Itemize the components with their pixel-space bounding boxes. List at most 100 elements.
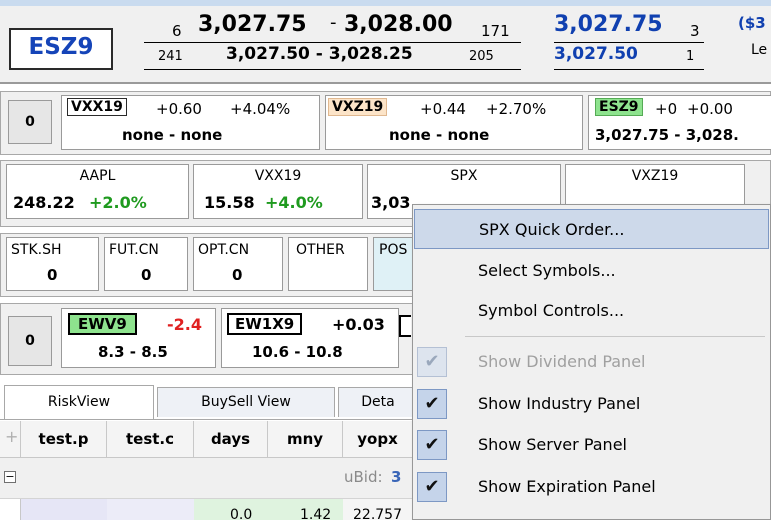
quote-underline <box>144 42 521 43</box>
watch-change: +4.0% <box>265 193 323 212</box>
check-icon: ✔ <box>417 347 447 377</box>
expiration-range: 10.6 - 10.8 <box>252 343 343 361</box>
group-prefix: uBid: <box>344 468 383 486</box>
count-label: STK.SH <box>11 242 62 258</box>
low-size: 241 <box>158 49 183 64</box>
quote-panel: ESZ9 6 3,027.75 - 3,028.00 171 241 3,027… <box>0 6 771 84</box>
count-label: OPT.CN <box>198 242 250 258</box>
grid-cell-test-c <box>107 499 194 520</box>
expiration-item-ewv9[interactable]: EWV9 -2.4 8.3 - 8.5 <box>61 308 216 368</box>
group-value: 3 <box>391 468 402 486</box>
ask-size: 171 <box>481 22 510 40</box>
count-item-other[interactable]: OTHER <box>288 237 368 291</box>
grid-cell-mny-value: 1.42 <box>300 507 332 520</box>
menu-separator <box>465 336 765 337</box>
count-item-fut-cn[interactable]: FUT.CN 0 <box>104 237 188 291</box>
last-size: 3 <box>690 22 700 40</box>
futures-item-vxz19[interactable]: VXZ19 +0.44 +2.70% none - none <box>325 95 583 150</box>
count-item-stk-sh[interactable]: STK.SH 0 <box>6 237 99 291</box>
range-text: 3,027.50 - 3,028.25 <box>226 44 413 64</box>
grid-cell-mny: 1.42 <box>268 499 343 520</box>
futures-range: none - none <box>389 126 490 144</box>
watch-symbol: VXX19 <box>254 168 302 184</box>
futures-zero-button[interactable]: 0 <box>8 100 52 144</box>
count-label: FUT.CN <box>109 242 159 258</box>
futures-pct: +0.00 <box>687 100 733 118</box>
menu-item-label: Symbol Controls... <box>478 301 625 320</box>
grid-header-test-c[interactable]: test.c <box>107 421 194 457</box>
grid-cell-test-p <box>21 499 107 520</box>
collapse-icon[interactable]: − <box>4 471 16 483</box>
last2-size: 1 <box>686 49 695 64</box>
bid-price: 3,027.75 <box>198 12 307 37</box>
expiration-change: +0.03 <box>332 315 385 334</box>
watch-symbol: VXZ19 <box>631 168 679 184</box>
grid-cell-days: 0.0 <box>194 499 268 520</box>
tab-riskview[interactable]: RiskView <box>4 385 154 420</box>
menu-item-show-dividend-panel: ✔ Show Dividend Panel <box>414 342 769 382</box>
last2-underline <box>554 69 704 70</box>
watch-item-vxx19[interactable]: VXX19 15.58 +4.0% <box>193 164 363 219</box>
grid-header-yopx[interactable]: yopx <box>343 421 413 457</box>
futures-pct: +2.70% <box>486 100 547 118</box>
range-underline <box>144 69 521 70</box>
count-label: OTHER <box>296 242 345 258</box>
futures-range: 3,027.75 - 3,028. <box>595 126 739 144</box>
pnl-text: ($3 <box>738 14 766 32</box>
futures-pct: +4.04% <box>230 100 291 118</box>
pnl-label: Le <box>751 42 768 58</box>
count-label: POS <box>379 242 408 258</box>
count-value: 0 <box>47 266 58 284</box>
tab-details[interactable]: Deta <box>338 387 418 417</box>
futures-change: +0 <box>655 100 678 118</box>
expiration-symbol: EWV9 <box>68 313 137 335</box>
menu-item-show-server-panel[interactable]: ✔ Show Server Panel <box>414 425 769 465</box>
expiration-item-ew1x9[interactable]: EW1X9 +0.03 10.6 - 10.8 <box>221 308 399 368</box>
futures-panel: 0 VXX19 +0.60 +4.04% none - none VXZ19 +… <box>0 91 771 155</box>
menu-item-show-industry-panel[interactable]: ✔ Show Industry Panel <box>414 384 769 424</box>
bid-ask-dash: - <box>330 12 337 33</box>
last-price: 3,027.75 <box>554 12 663 37</box>
futures-item-vxx19[interactable]: VXX19 +0.60 +4.04% none - none <box>61 95 320 150</box>
ask-price: 3,028.00 <box>344 12 453 37</box>
watch-price: 15.58 <box>204 193 255 212</box>
watch-symbol: AAPL <box>79 168 116 184</box>
watch-symbol: SPX <box>450 168 478 184</box>
futures-item-esz9[interactable]: ESZ9 +0 +0.00 3,027.75 - 3,028. <box>588 95 771 150</box>
watch-item-aapl[interactable]: AAPL 248.22 +2.0% <box>6 164 189 219</box>
count-value: 0 <box>141 266 152 284</box>
grid-header-mny[interactable]: mny <box>268 421 343 457</box>
last2-price: 3,027.50 <box>554 44 638 64</box>
grid-cell-yopx: 22.757 <box>343 499 413 520</box>
context-menu: SPX Quick Order... Select Symbols... Sym… <box>412 204 771 520</box>
menu-item-label: Show Industry Panel <box>478 394 641 413</box>
last-underline <box>554 42 704 43</box>
expiration-range: 8.3 - 8.5 <box>98 343 168 361</box>
futures-range: none - none <box>122 126 223 144</box>
count-item-opt-cn[interactable]: OPT.CN 0 <box>193 237 283 291</box>
menu-item-select-symbols[interactable]: Select Symbols... <box>414 251 769 291</box>
grid-header-days[interactable]: days <box>194 421 268 457</box>
tab-buysell-view[interactable]: BuySell View <box>157 387 335 417</box>
futures-change: +0.44 <box>420 100 466 118</box>
grid-cell-yopx-value: 22.757 <box>353 507 402 520</box>
watch-price: 248.22 <box>13 193 75 212</box>
grid-header-test-p[interactable]: test.p <box>21 421 107 457</box>
watch-price: 3,03 <box>371 193 411 212</box>
expiration-change: -2.4 <box>167 315 202 334</box>
high-size: 205 <box>469 49 494 64</box>
futures-change: +0.60 <box>156 100 202 118</box>
check-icon: ✔ <box>417 389 447 419</box>
menu-item-spx-quick-order[interactable]: SPX Quick Order... <box>414 209 769 249</box>
menu-item-label: Show Expiration Panel <box>478 477 656 496</box>
check-icon: ✔ <box>417 430 447 460</box>
futures-symbol: ESZ9 <box>595 98 643 116</box>
menu-item-symbol-controls[interactable]: Symbol Controls... <box>414 291 769 331</box>
menu-item-label: Show Server Panel <box>478 435 627 454</box>
menu-item-show-expiration-panel[interactable]: ✔ Show Expiration Panel <box>414 467 769 507</box>
check-icon: ✔ <box>417 472 447 502</box>
add-column-icon[interactable]: + <box>5 427 18 446</box>
expiration-zero-button[interactable]: 0 <box>8 316 52 366</box>
symbol-box[interactable]: ESZ9 <box>9 28 113 70</box>
futures-symbol: VXX19 <box>67 98 127 116</box>
